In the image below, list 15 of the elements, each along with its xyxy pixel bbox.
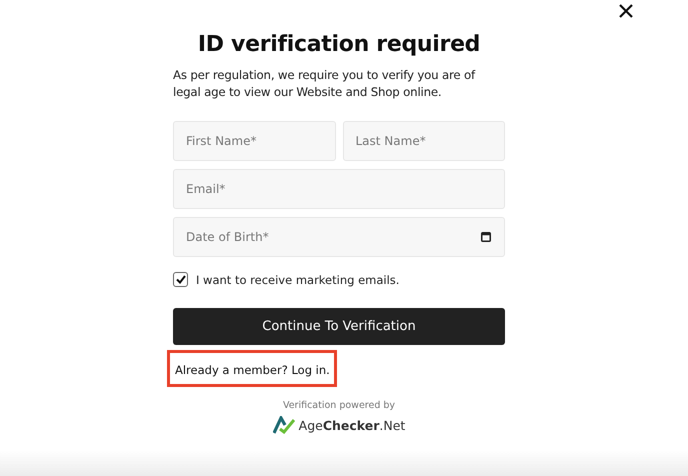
- input-field[interactable]: Last Name*: [342, 121, 505, 161]
- close-button[interactable]: [618, 3, 634, 19]
- checkbox[interactable]: [173, 272, 188, 287]
- intro-text: As per regulation, we require you to verify you are of legal age to view our Website and Shop online.: [173, 67, 476, 101]
- input-field[interactable]: Email*: [173, 169, 505, 209]
- input-field[interactable]: First Name*: [173, 121, 336, 161]
- powered-by-text: Verification powered by: [282, 400, 396, 411]
- dialog-title: ID verification required: [196, 32, 482, 57]
- brand-name: AgeChecker.Net: [298, 418, 406, 432]
- continue-button[interactable]: Continue To Verification: [173, 308, 505, 345]
- login-link[interactable]: Already a member? Log in.: [175, 363, 330, 377]
- date-field[interactable]: Date of Birth*: [173, 217, 505, 257]
- checkbox-label: I want to receive marketing emails.: [196, 272, 400, 286]
- logo-icon: [272, 416, 295, 434]
- calendar-icon[interactable]: [481, 232, 491, 242]
